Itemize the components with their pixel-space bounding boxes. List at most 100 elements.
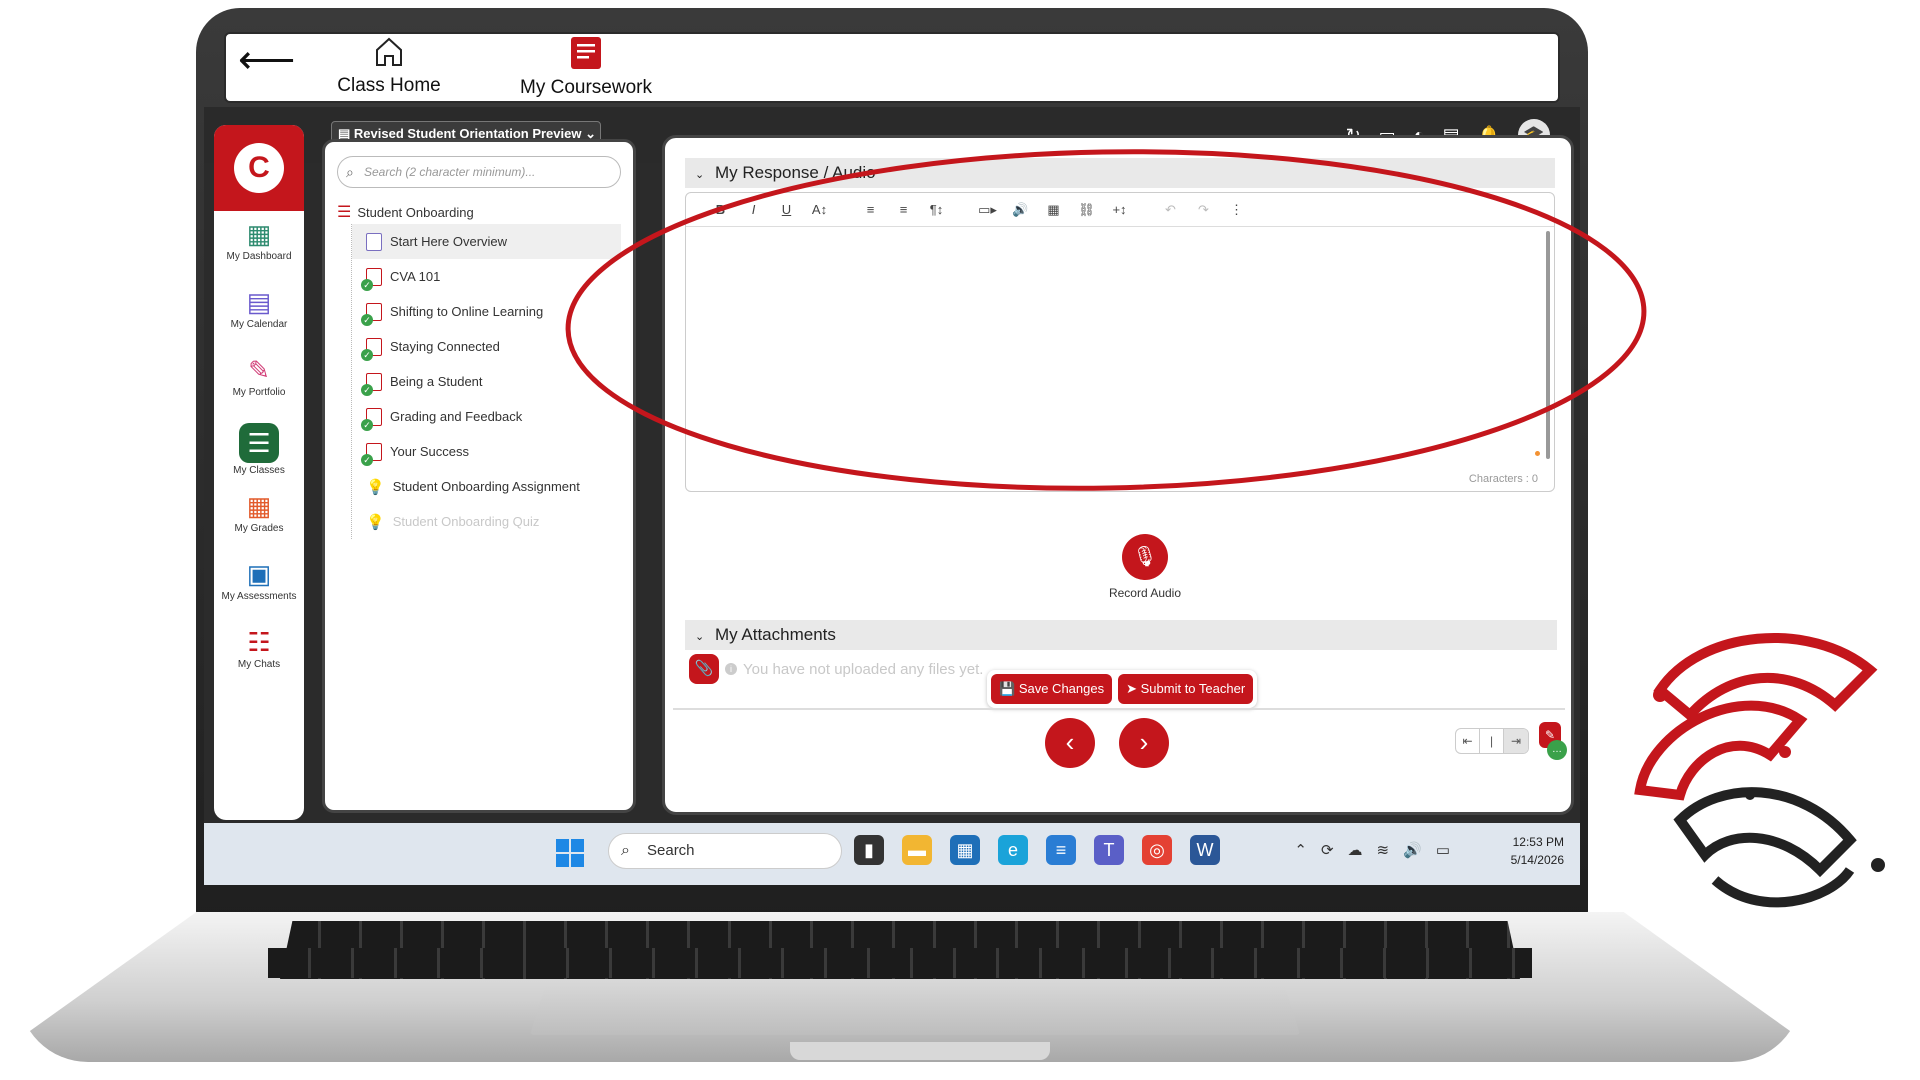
table-button[interactable]: ▦ [1037, 202, 1070, 218]
tree-item[interactable]: ✓ Staying Connected [352, 329, 621, 364]
laptop-trackpad [530, 985, 1300, 1035]
italic-button[interactable]: I [737, 202, 770, 217]
windows-taskbar: ⌕ Search ▮ ▬ ▦ e ≡ T ◎ W ⌃ ⟳ ☁ ≋ 🔊 ▭ 12:… [204, 823, 1580, 885]
status-dot [1535, 451, 1540, 456]
check-icon: ✓ [361, 348, 373, 361]
teams-icon[interactable]: T [1094, 835, 1124, 865]
chrome-icon[interactable]: ◎ [1142, 835, 1172, 865]
record-audio: 🎙 Record Audio [1080, 534, 1210, 600]
main-panel: ⌄ My Response / Audio B I U A↕ ≡ ≡ ¶↕ ▭▸… [662, 135, 1574, 815]
lesson-icon: ✓ [361, 407, 382, 431]
cloud-icon[interactable]: ☁ [1348, 841, 1363, 859]
editor-scrollbar[interactable] [1546, 231, 1550, 459]
attachments-section-header[interactable]: ⌄ My Attachments [685, 620, 1557, 650]
word-icon[interactable]: W [1190, 835, 1220, 865]
assignment-bulb-icon: 💡 [366, 478, 385, 496]
wifi-icon[interactable]: ≋ [1377, 841, 1390, 859]
tree-item[interactable]: Start Here Overview [352, 224, 621, 259]
tree-root-label: Student Onboarding [357, 204, 474, 220]
record-audio-button[interactable]: 🎙 [1122, 534, 1168, 580]
check-icon: ✓ [361, 453, 373, 466]
response-section-header[interactable]: ⌄ My Response / Audio [685, 158, 1555, 188]
calendar-icon: ▤ [246, 287, 272, 317]
tree-item[interactable]: ✓ CVA 101 [352, 259, 621, 294]
chevron-up-icon[interactable]: ⌃ [1294, 841, 1307, 859]
audio-button[interactable]: 🔊 [1004, 202, 1037, 218]
sidebar-item-label: My Chats [237, 659, 281, 670]
align-button[interactable]: ≡ [854, 202, 887, 217]
next-button[interactable]: › [1119, 718, 1169, 768]
font-size-button[interactable]: A↕ [803, 202, 836, 217]
search-icon: ⌕ [621, 842, 630, 859]
home-icon [376, 37, 402, 66]
split-right-icon[interactable]: ⇥ [1504, 729, 1528, 753]
taskbar-clock[interactable]: 12:53 PM 5/14/2026 [1511, 833, 1564, 869]
tab-my-coursework[interactable]: My Coursework [496, 36, 676, 99]
sidebar-item-calendar[interactable]: ▤ My Calendar [214, 279, 304, 347]
tree-search-placeholder: Search (2 character minimum)... [364, 165, 536, 179]
sidebar-item-grades[interactable]: ▦ My Grades [214, 483, 304, 551]
notepad-icon[interactable]: ≡ [1046, 835, 1076, 865]
save-changes-button[interactable]: 💾 Save Changes [991, 674, 1113, 704]
record-audio-label: Record Audio [1108, 586, 1182, 600]
redo-button[interactable]: ↷ [1187, 202, 1220, 218]
action-bar: 💾 Save Changes ➤ Submit to Teacher [987, 670, 1258, 708]
attachments-row: 📎 i You have not uploaded any files yet. [689, 654, 983, 684]
main-footer: ‹ › ⇤ | ⇥ ✎ … [673, 708, 1567, 778]
save-icon: 💾 [999, 681, 1016, 696]
sidebar-item-classes[interactable]: ☰ My Classes [214, 415, 304, 483]
sidebar-item-portfolio[interactable]: ✎ My Portfolio [214, 347, 304, 415]
more-options-button[interactable]: ⋮ [1220, 202, 1253, 218]
editor-textarea[interactable] [686, 228, 1544, 460]
sidebar-item-label: My Dashboard [226, 251, 292, 262]
split-left-icon[interactable]: ⇤ [1456, 729, 1480, 753]
check-icon: ✓ [361, 418, 373, 431]
chat-bubble-icon[interactable]: … [1547, 740, 1567, 760]
windows-start-icon[interactable] [556, 839, 584, 867]
arrow-left-icon[interactable]: ⟵ [238, 40, 295, 80]
tree-root[interactable]: ☰ Student Onboarding [337, 202, 621, 222]
tree-item[interactable]: ✓ Your Success [352, 434, 621, 469]
sidebar-item-label: My Assessments [221, 591, 297, 602]
submit-to-teacher-button[interactable]: ➤ Submit to Teacher [1118, 674, 1254, 704]
tree-item[interactable]: ✓ Being a Student [352, 364, 621, 399]
tree-item[interactable]: 💡 Student Onboarding Assignment [352, 469, 621, 504]
lesson-icon: ✓ [361, 337, 382, 361]
video-button[interactable]: ▭▸ [971, 202, 1004, 218]
tab-class-home[interactable]: Class Home [324, 36, 454, 97]
portfolio-icon: ✎ [248, 355, 270, 385]
insert-button[interactable]: +↕ [1103, 202, 1136, 217]
tree-item[interactable]: ✓ Shifting to Online Learning [352, 294, 621, 329]
sync-icon[interactable]: ⟳ [1321, 841, 1334, 859]
underline-button[interactable]: U [770, 202, 803, 217]
tree-search-input[interactable]: ⌕ Search (2 character minimum)... [337, 156, 621, 188]
brand-logo-icon[interactable]: C [234, 143, 284, 193]
tree-item-label: Shifting to Online Learning [390, 304, 544, 319]
grades-icon: ▦ [246, 491, 272, 521]
split-view-controls: ⇤ | ⇥ [1455, 728, 1529, 754]
sidebar-item-assessments[interactable]: ▣ My Assessments [214, 551, 304, 619]
lesson-icon: ✓ [361, 302, 382, 326]
list-button[interactable]: ≡ [887, 202, 920, 217]
undo-button[interactable]: ↶ [1154, 202, 1187, 218]
link-button[interactable]: ⛓ [1070, 202, 1103, 218]
volume-icon[interactable]: 🔊 [1403, 841, 1422, 859]
sidebar-item-dashboard[interactable]: ▦ My Dashboard [214, 211, 304, 279]
paperclip-icon[interactable]: 📎 [689, 654, 719, 684]
tree-item-label: Staying Connected [390, 339, 500, 354]
bold-button[interactable]: B [704, 202, 737, 217]
edge-icon[interactable]: e [998, 835, 1028, 865]
battery-icon[interactable]: ▭ [1436, 841, 1450, 859]
split-center-icon[interactable]: | [1480, 729, 1504, 753]
tree-list: Start Here Overview ✓ CVA 101 ✓ Shifting… [351, 224, 621, 539]
rich-text-editor: B I U A↕ ≡ ≡ ¶↕ ▭▸ 🔊 ▦ ⛓ +↕ ↶ ↷ ⋮ Charac… [685, 192, 1555, 492]
sidebar-item-chats[interactable]: ☷ My Chats [214, 619, 304, 687]
taskbar-search[interactable]: ⌕ Search [608, 833, 842, 869]
previous-button[interactable]: ‹ [1045, 718, 1095, 768]
tree-item-label: CVA 101 [390, 269, 441, 284]
paragraph-button[interactable]: ¶↕ [920, 202, 953, 217]
file-explorer-icon[interactable]: ▬ [902, 835, 932, 865]
store-icon[interactable]: ▦ [950, 835, 980, 865]
tree-item[interactable]: ✓ Grading and Feedback [352, 399, 621, 434]
task-view-icon[interactable]: ▮ [854, 835, 884, 865]
